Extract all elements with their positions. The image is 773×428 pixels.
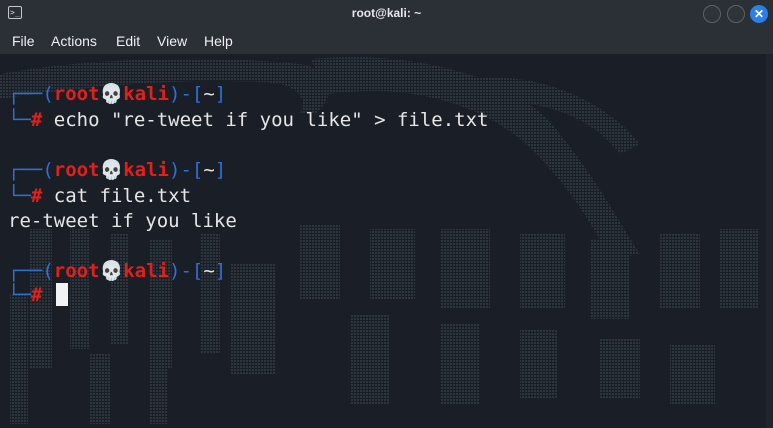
close-icon: ✕ bbox=[753, 7, 765, 21]
maximize-button[interactable] bbox=[727, 5, 745, 23]
menu-bar: File Actions Edit View Help bbox=[0, 28, 773, 54]
prompt-line-1: ┌──(root💀kali)-[~] bbox=[8, 83, 227, 105]
skull-icon: 💀 bbox=[99, 83, 124, 105]
close-button[interactable]: ✕ bbox=[750, 5, 768, 23]
command-line-1: └─# echo "re-tweet if you like" > file.t… bbox=[8, 109, 489, 131]
command-line-2: └─# cat file.txt bbox=[8, 185, 192, 207]
skull-icon: 💀 bbox=[99, 260, 124, 282]
menu-help[interactable]: Help bbox=[204, 33, 233, 49]
minimize-button[interactable] bbox=[703, 5, 721, 23]
menu-view[interactable]: View bbox=[157, 33, 187, 49]
command-line-3[interactable]: └─# bbox=[8, 283, 68, 307]
text-cursor bbox=[55, 283, 68, 306]
prompt-line-2: ┌──(root💀kali)-[~] bbox=[8, 159, 227, 181]
menu-edit[interactable]: Edit bbox=[116, 33, 140, 49]
command-text: echo "re-tweet if you like" > file.txt bbox=[42, 109, 489, 131]
scrollbar[interactable] bbox=[766, 54, 773, 428]
prompt-line-3: ┌──(root💀kali)-[~] bbox=[8, 260, 227, 282]
title-bar[interactable]: >_ root@kali: ~ ✕ bbox=[0, 0, 773, 28]
command-output: re-tweet if you like bbox=[8, 210, 237, 232]
terminal-output[interactable]: ┌──(root💀kali)-[~] └─# echo "re-tweet if… bbox=[0, 54, 773, 428]
menu-actions[interactable]: Actions bbox=[51, 33, 97, 49]
skull-icon: 💀 bbox=[99, 159, 124, 181]
window-title: root@kali: ~ bbox=[351, 6, 422, 20]
terminal-window: >_ root@kali: ~ ✕ File Actions Edit View… bbox=[0, 0, 773, 428]
menu-file[interactable]: File bbox=[12, 33, 35, 49]
command-text: cat file.txt bbox=[42, 185, 192, 207]
